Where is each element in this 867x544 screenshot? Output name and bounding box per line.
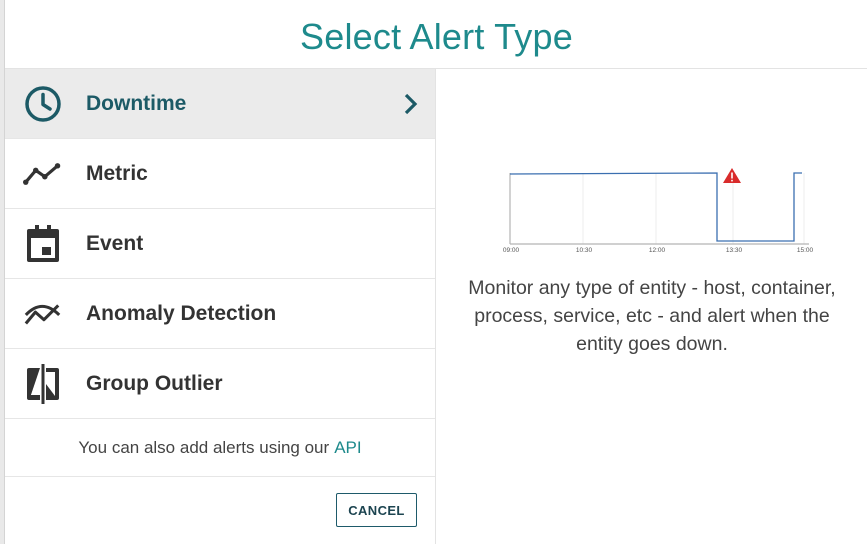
alert-type-label: Metric [86,161,148,185]
clock-icon [23,84,63,124]
alert-type-anomaly-detection[interactable]: Anomaly Detection [5,279,435,349]
alert-type-list: Downtime Metric Event Anomaly Detection … [5,69,436,544]
compare-icon [23,363,63,404]
warning-triangle-icon [723,168,741,183]
x-tick-label: 15:00 [797,247,814,254]
x-tick-label: 12:00 [649,247,666,254]
api-note-text: You can also add alerts using our [78,437,330,457]
x-tick-label: 10:30 [576,247,593,254]
grid-lines [582,173,805,244]
alert-type-description: Monitor any type of entity - host, conta… [468,277,836,355]
alert-type-label: Event [86,231,144,255]
select-alert-type-dialog: Select Alert Type Downtime Metric Event … [4,0,867,544]
chevron-right-icon [401,92,421,116]
alert-type-group-outlier[interactable]: Group Outlier [5,349,435,419]
alert-type-metric[interactable]: Metric [5,139,435,209]
alert-type-preview: 09:00 10:30 12:00 13:30 15:00 Monitor an… [436,69,867,544]
dialog-title: Select Alert Type [300,16,573,57]
api-note: You can also add alerts using our API [5,419,435,477]
alert-type-label: Downtime [86,91,187,115]
calendar-icon [23,224,63,264]
api-link[interactable]: API [334,438,361,458]
downtime-preview-graph: 09:00 10:30 12:00 13:30 15:00 [498,165,818,257]
alert-type-label: Anomaly Detection [86,301,277,325]
cancel-button[interactable]: CANCEL [336,493,417,527]
line-chart-icon [23,154,63,194]
alert-type-event[interactable]: Event [5,209,435,279]
alert-type-downtime[interactable]: Downtime [5,69,435,139]
alert-type-label: Group Outlier [86,371,223,395]
dialog-header: Select Alert Type [5,0,867,69]
anomaly-icon [23,294,63,334]
x-tick-label: 09:00 [503,247,520,254]
x-tick-label: 13:30 [726,247,743,254]
